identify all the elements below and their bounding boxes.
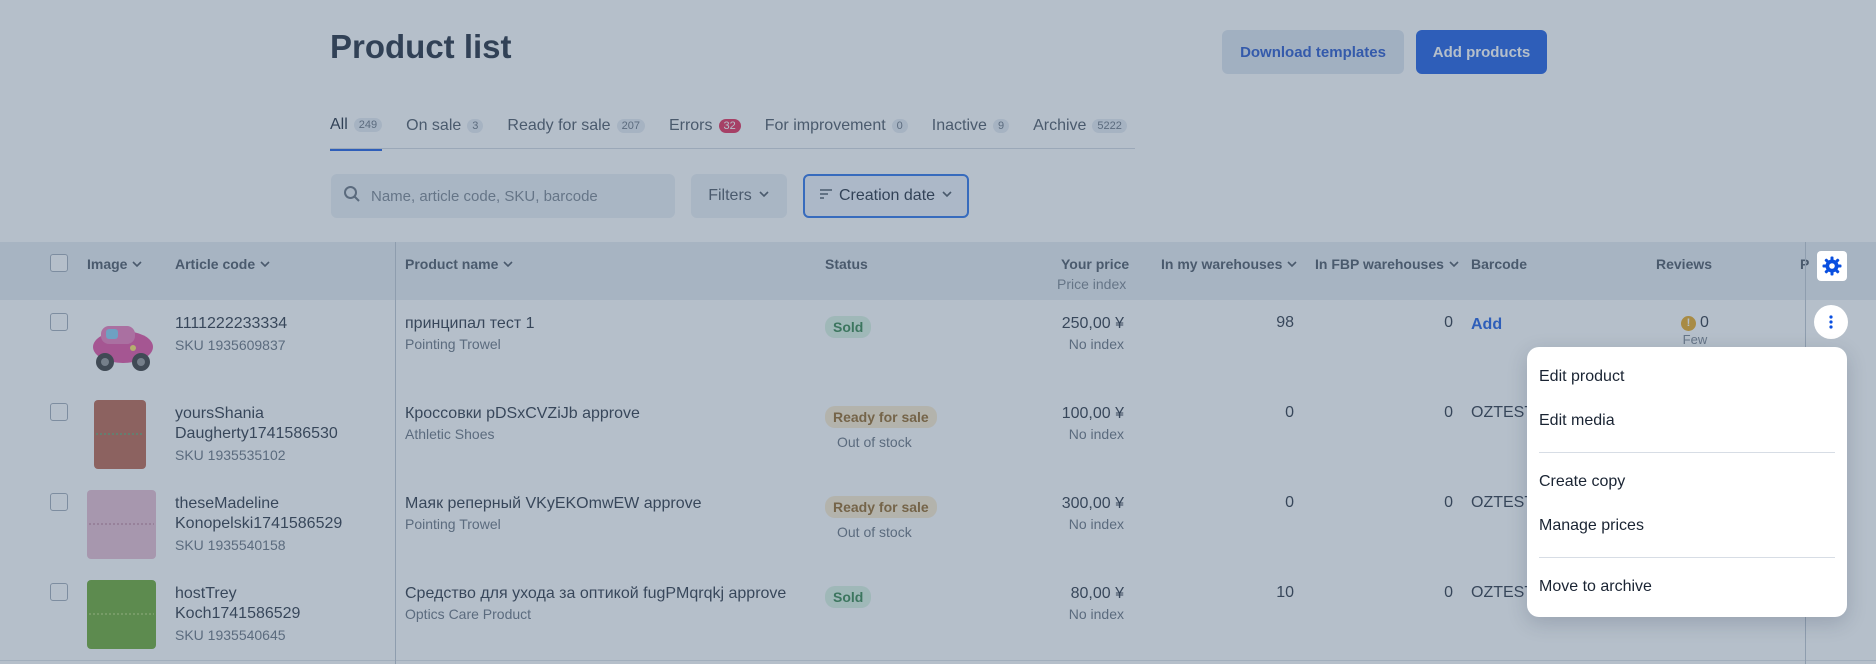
menu-item-edit-media[interactable]: Edit media — [1539, 412, 1615, 430]
menu-divider — [1539, 557, 1835, 558]
table-settings-button[interactable] — [1817, 251, 1847, 281]
row-actions-menu: Edit product Edit media Create copy Mana… — [1527, 347, 1847, 617]
gear-icon — [1822, 256, 1842, 276]
kebab-icon — [1829, 315, 1833, 329]
product-list-page: Product list Download templates Add prod… — [0, 0, 1876, 664]
row-actions-button[interactable] — [1814, 305, 1848, 339]
menu-item-manage-prices[interactable]: Manage prices — [1539, 517, 1644, 535]
menu-item-create-copy[interactable]: Create copy — [1539, 473, 1625, 491]
menu-divider — [1539, 452, 1835, 453]
menu-item-edit-product[interactable]: Edit product — [1539, 368, 1624, 386]
menu-item-move-to-archive[interactable]: Move to archive — [1539, 578, 1652, 596]
